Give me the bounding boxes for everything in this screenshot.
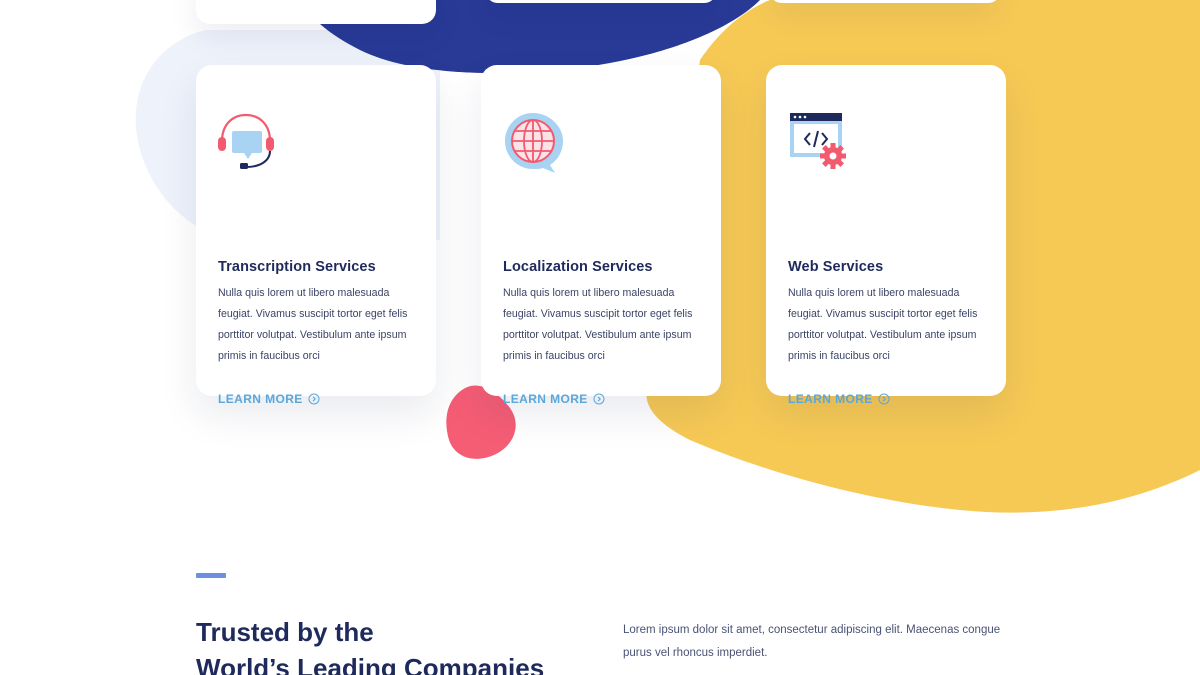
learn-more-link[interactable]: LEARN MORE	[788, 391, 890, 407]
chevron-right-circle-icon	[593, 393, 605, 405]
section-accent-bar	[196, 573, 226, 578]
service-card-web: Web Services Nulla quis lorem ut libero …	[766, 65, 1006, 406]
globe-chat-icon	[501, 111, 565, 175]
trusted-heading: Trusted by the World’s Leading Companies	[196, 614, 616, 675]
service-description: Nulla quis lorem ut libero malesuada feu…	[503, 287, 693, 362]
learn-more-label: LEARN MORE	[218, 392, 303, 406]
chevron-right-circle-icon	[878, 393, 890, 405]
learn-more-label: LEARN MORE	[788, 392, 873, 406]
learn-more-link[interactable]: LEARN MORE	[218, 391, 320, 407]
trusted-intro-text: Lorem ipsum dolor sit amet, consectetur …	[623, 624, 1001, 659]
service-description: Nulla quis lorem ut libero malesuada feu…	[218, 287, 408, 362]
service-card-top-middle	[486, 0, 716, 3]
service-card-top-left	[196, 0, 436, 24]
learn-more-label: LEARN MORE	[503, 392, 588, 406]
service-card-transcription: Transcription Services Nulla quis lorem …	[196, 65, 436, 406]
trusted-heading-line2: World’s Leading Companies	[196, 653, 545, 675]
code-window-gear-icon	[786, 111, 850, 175]
service-description: Nulla quis lorem ut libero malesuada feu…	[788, 287, 978, 362]
service-title: Transcription Services	[218, 259, 376, 275]
learn-more-link[interactable]: LEARN MORE	[503, 391, 605, 407]
headset-chat-icon	[216, 111, 280, 175]
service-card-localization: Localization Services Nulla quis lorem u…	[481, 65, 721, 406]
service-title: Localization Services	[503, 259, 653, 275]
trusted-heading-line1: Trusted by the	[196, 617, 374, 647]
service-card-top-right	[770, 0, 1000, 3]
service-title: Web Services	[788, 259, 884, 275]
chevron-right-circle-icon	[308, 393, 320, 405]
